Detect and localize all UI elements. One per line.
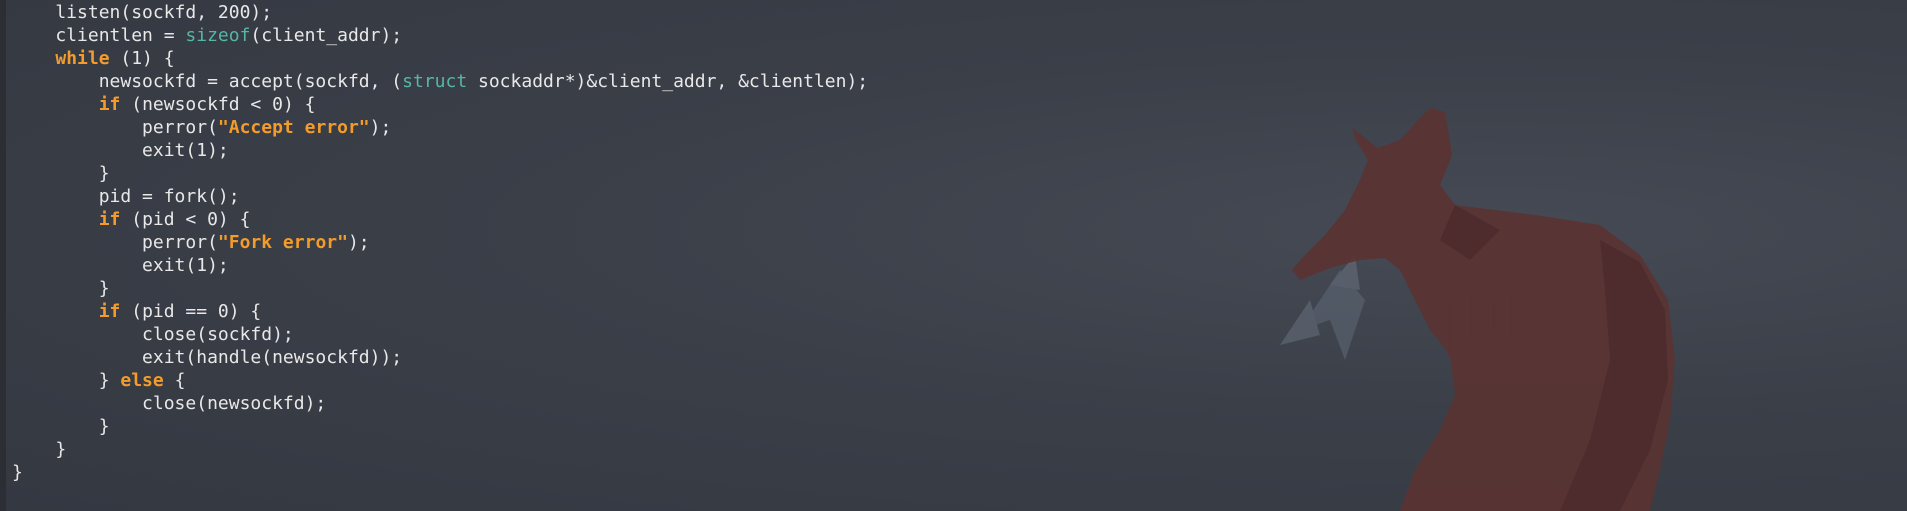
code-token-plain: } <box>12 439 67 460</box>
code-line[interactable]: perror("Fork error"); <box>12 231 370 254</box>
code-token-plain: exit(handle(newsockfd)); <box>12 347 403 368</box>
code-line[interactable]: exit(handle(newsockfd)); <box>12 346 402 369</box>
code-token-plain: (1) { <box>109 48 175 69</box>
code-editor[interactable]: listen(sockfd, 200); clientlen = sizeof(… <box>0 0 1000 511</box>
code-line[interactable]: if (pid == 0) { <box>12 300 262 323</box>
code-token-plain: { <box>163 370 186 391</box>
code-token-kw: if <box>98 209 121 230</box>
code-token-str: "Fork error" <box>217 232 348 253</box>
code-token-plain: close(sockfd); <box>12 324 294 345</box>
code-line[interactable]: while (1) { <box>12 47 175 70</box>
code-line[interactable]: } <box>12 461 23 484</box>
code-token-plain: (pid == 0) { <box>120 301 262 322</box>
code-token-plain: (pid < 0) { <box>120 209 251 230</box>
code-token-kw: else <box>120 370 164 391</box>
code-line[interactable]: if (newsockfd < 0) { <box>12 93 316 116</box>
code-token-str: "Accept error" <box>217 117 370 138</box>
code-token-plain: listen(sockfd, 200); <box>12 2 273 23</box>
code-line[interactable]: close(sockfd); <box>12 323 294 346</box>
code-token-plain: newsockfd = accept(sockfd, ( <box>12 71 403 92</box>
code-line[interactable]: pid = fork(); <box>12 185 240 208</box>
code-token-type: struct <box>402 71 468 92</box>
code-token-plain: perror( <box>12 117 218 138</box>
code-token-type: sizeof <box>185 25 251 46</box>
code-token-plain: pid = fork(); <box>12 186 240 207</box>
code-token-plain: } <box>12 163 110 184</box>
code-token-kw: while <box>55 48 110 69</box>
code-line[interactable]: exit(1); <box>12 139 229 162</box>
code-token-plain: } <box>12 278 110 299</box>
code-token-kw: if <box>98 301 121 322</box>
code-line[interactable]: } <box>12 162 110 185</box>
code-line[interactable]: listen(sockfd, 200); <box>12 1 272 24</box>
code-token-plain: sockaddr*)&client_addr, &clientlen); <box>467 71 869 92</box>
code-token-kw: if <box>98 94 121 115</box>
code-line[interactable]: close(newsockfd); <box>12 392 326 415</box>
code-line[interactable]: } <box>12 277 110 300</box>
code-line[interactable]: } <box>12 415 110 438</box>
code-line[interactable]: newsockfd = accept(sockfd, (struct socka… <box>12 70 868 93</box>
code-token-plain: } <box>12 462 23 483</box>
code-token-plain: perror( <box>12 232 218 253</box>
code-line[interactable]: perror("Accept error"); <box>12 116 391 139</box>
code-token-plain: ); <box>369 117 392 138</box>
code-token-plain: (newsockfd < 0) { <box>120 94 316 115</box>
code-token-plain: ); <box>347 232 370 253</box>
code-line[interactable]: if (pid < 0) { <box>12 208 251 231</box>
code-token-plain: (client_addr); <box>250 25 403 46</box>
code-token-plain: } <box>12 370 121 391</box>
code-token-plain: close(newsockfd); <box>12 393 327 414</box>
code-token-plain: } <box>12 416 110 437</box>
code-line[interactable]: clientlen = sizeof(client_addr); <box>12 24 402 47</box>
code-line[interactable]: } else { <box>12 369 186 392</box>
code-line[interactable]: } <box>12 438 66 461</box>
code-token-plain: clientlen = <box>12 25 186 46</box>
code-token-plain: exit(1); <box>12 140 229 161</box>
code-line[interactable]: exit(1); <box>12 254 229 277</box>
code-token-plain: exit(1); <box>12 255 229 276</box>
